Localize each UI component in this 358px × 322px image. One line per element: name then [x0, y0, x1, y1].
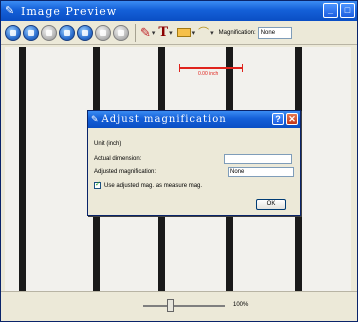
measurement-line[interactable] — [179, 64, 243, 72]
prev-button[interactable] — [95, 24, 111, 41]
chevron-down-icon[interactable]: ▾ — [169, 29, 173, 37]
magnification-label: Magnification: — [218, 29, 256, 36]
zoom-slider-track[interactable] — [143, 305, 225, 307]
ruler-line — [19, 47, 26, 293]
adjust-magnification-dialog: ✎ Adjust magnification ? ✕ Unit (inch) A… — [87, 110, 301, 216]
chevron-down-icon[interactable]: ▾ — [210, 29, 214, 37]
magnification-select[interactable]: None — [257, 26, 292, 39]
adjusted-magnification-input[interactable]: None — [228, 167, 294, 177]
dialog-title: Adjust magnification — [101, 114, 227, 125]
dialog-title-bar[interactable]: ✎ Adjust magnification ? ✕ — [88, 111, 300, 128]
title-bar[interactable]: ✎ Image Preview _ □ — [1, 1, 357, 21]
actual-dimension-input[interactable] — [224, 154, 292, 164]
window-title: Image Preview — [21, 4, 118, 18]
maximize-button[interactable]: □ — [340, 3, 355, 18]
use-adjusted-mag-option[interactable]: Use adjusted mag. as measure mag. — [94, 181, 203, 189]
pencil-icon[interactable]: ✎ — [140, 25, 151, 41]
line-tool-icon[interactable]: ⌒ — [198, 25, 209, 41]
checkbox-label: Use adjusted mag. as measure mag. — [104, 182, 203, 189]
rectangle-tool-icon[interactable] — [176, 28, 191, 37]
zoom-level: 100% — [233, 302, 249, 308]
next-button[interactable] — [113, 24, 129, 41]
status-bar: 100% — [1, 291, 357, 321]
use-adjusted-mag-checkbox[interactable] — [94, 181, 101, 189]
unit-label: Unit (inch) — [94, 141, 122, 147]
pencil-ruler-icon: ✎ — [91, 114, 99, 124]
settings-button[interactable] — [77, 24, 93, 41]
capture-button[interactable] — [5, 24, 21, 41]
camera-button[interactable] — [59, 24, 75, 41]
record-button[interactable] — [23, 24, 39, 41]
help-button[interactable]: ? — [272, 113, 284, 125]
chevron-down-icon[interactable]: ▾ — [192, 29, 196, 37]
stop-button[interactable] — [41, 24, 57, 41]
pencil-ruler-icon: ✎ — [5, 5, 15, 17]
measurement-label: 0.00 inch — [198, 71, 219, 77]
text-tool-icon[interactable]: T — [158, 25, 168, 41]
actual-dimension-label: Actual dimension: — [94, 156, 142, 162]
close-button[interactable]: ✕ — [286, 113, 298, 125]
toolbar-divider — [135, 23, 136, 42]
chevron-down-icon[interactable]: ▾ — [152, 29, 156, 37]
toolbar: ✎ ▾ T ▾ ▾ ⌒ ▾ Magnification: None — [1, 21, 357, 45]
minimize-button[interactable]: _ — [323, 3, 338, 18]
adjusted-magnification-label: Adjusted magnification: — [94, 169, 157, 175]
zoom-slider-thumb[interactable] — [167, 299, 174, 312]
ok-button[interactable]: OK — [256, 199, 286, 210]
